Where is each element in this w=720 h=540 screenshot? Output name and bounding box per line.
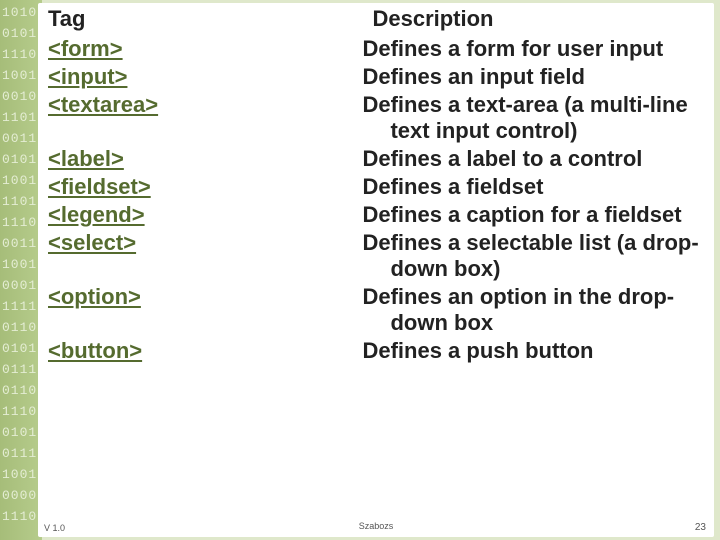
table-row: <button> Defines a push button [38,337,714,365]
tag-cell: <fieldset> [38,173,362,201]
tag-cell: <form> [38,35,362,63]
description-cell: Defines a caption for a fieldset [362,201,714,229]
form-tags-table: Tag Description <form> Defines a form for… [38,3,714,365]
header-tag: Tag [38,3,362,35]
tag-link[interactable]: <textarea> [48,92,158,117]
tag-link[interactable]: <option> [48,284,141,309]
footer-page-num: 23 [695,522,706,533]
table-row: <input> Defines an input field [38,63,714,91]
tag-cell: <button> [38,337,362,365]
tag-cell: <label> [38,145,362,173]
tag-link[interactable]: <fieldset> [48,174,151,199]
binary-background: 1010 0101 1110 1001 0010 1101 0011 0101 … [0,0,42,540]
tag-cell: <textarea> [38,91,362,145]
description-cell: Defines an input field [362,63,714,91]
tag-link[interactable]: <input> [48,64,127,89]
description-cell: Defines a text-area (a multi-line text i… [362,91,714,145]
description-cell: Defines a form for user input [362,35,714,63]
description-cell: Defines a fieldset [362,173,714,201]
tag-link[interactable]: <select> [48,230,136,255]
table-body: <form>Defines a form for user input<inpu… [38,35,714,365]
tag-link[interactable]: <form> [48,36,123,61]
footer-author: Szabozs [359,521,394,531]
slide-body: Tag Description <form> Defines a form for… [38,3,714,537]
tag-cell: <option> [38,283,362,337]
tag-link[interactable]: <legend> [48,202,145,227]
table-row: <fieldset> Defines a fieldset [38,173,714,201]
table-row: <legend> Defines a caption for a fieldset [38,201,714,229]
table-row: <textarea> Defines a text-area (a multi-l… [38,91,714,145]
description-cell: Defines an option in the drop-down box [362,283,714,337]
description-cell: Defines a selectable list (a drop-down b… [362,229,714,283]
header-description: Description [362,3,714,35]
description-cell: Defines a label to a control [362,145,714,173]
tag-link[interactable]: <label> [48,146,124,171]
tag-cell: <select> [38,229,362,283]
footer-version: V 1.0 [44,523,65,533]
table-row: <select> Defines a selectable list (a dro… [38,229,714,283]
table-row: <label> Defines a label to a control [38,145,714,173]
description-cell: Defines a push button [362,337,714,365]
tag-link[interactable]: <button> [48,338,142,363]
table-row: <form> Defines a form for user input [38,35,714,63]
tag-cell: <input> [38,63,362,91]
table-row: <option> Defines an option in the drop-do… [38,283,714,337]
tag-cell: <legend> [38,201,362,229]
